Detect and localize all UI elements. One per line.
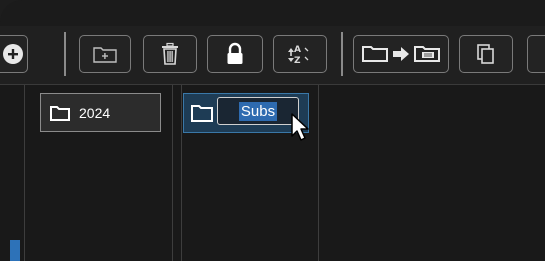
copy-icon (477, 44, 494, 64)
move-to-button[interactable] (353, 35, 449, 73)
folder-label: 2024 (79, 104, 111, 121)
svg-text:Z: Z (294, 56, 301, 66)
toolbar: A Z (0, 26, 545, 85)
copy-button[interactable] (459, 35, 513, 73)
toolbar-button-partial[interactable] (527, 35, 545, 73)
lock-button[interactable] (207, 35, 263, 73)
new-folder-button[interactable] (79, 35, 131, 73)
trash-icon (162, 42, 178, 65)
sort-az-icon: A Z (288, 45, 309, 66)
toolbar-separator (64, 32, 66, 76)
delete-button[interactable] (143, 35, 197, 73)
svg-text:A: A (294, 45, 301, 55)
folder-plus-icon (93, 47, 117, 63)
folder-icon (191, 105, 213, 122)
column-browser: 2024 Subs (0, 85, 545, 261)
folder-icon (50, 105, 70, 121)
folder-move-icon (362, 46, 440, 62)
lock-icon (227, 42, 243, 64)
add-circle-button[interactable] (0, 35, 28, 73)
column-divider (172, 85, 173, 261)
file-browser-window: A Z 2024 Subs (0, 0, 545, 261)
mouse-cursor-icon (291, 113, 309, 141)
rename-input-selected-text: Subs (238, 101, 278, 121)
sidebar-accent-edge (10, 240, 20, 261)
title-bar (0, 0, 545, 27)
folder-item-2024[interactable]: 2024 (40, 93, 161, 132)
sort-button[interactable]: A Z (273, 35, 327, 73)
toolbar-separator (341, 32, 343, 76)
rename-input[interactable]: Subs (217, 97, 299, 125)
column-divider (318, 85, 319, 261)
column-divider (181, 85, 182, 261)
plus-circle-icon (3, 44, 23, 64)
column-divider (24, 85, 25, 261)
